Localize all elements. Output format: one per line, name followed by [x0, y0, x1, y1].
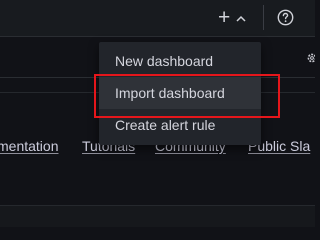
plus-icon: +: [218, 6, 231, 29]
menu-item-create-alert-rule[interactable]: Create alert rule: [99, 109, 261, 141]
documentation-link[interactable]: mentation: [0, 138, 58, 154]
new-button[interactable]: +: [216, 6, 248, 29]
help-circle-icon[interactable]: [277, 9, 294, 26]
new-dropdown-menu: New dashboard Import dashboard Create al…: [99, 42, 261, 145]
top-toolbar: +: [0, 0, 315, 37]
menu-item-new-dashboard[interactable]: New dashboard: [99, 45, 261, 77]
menu-item-import-dashboard[interactable]: Import dashboard: [99, 77, 261, 109]
toolbar-divider: [263, 5, 264, 30]
screenshot-frame: + mentation Tutorials Community Public S…: [0, 0, 315, 227]
gear-icon[interactable]: [306, 52, 315, 64]
bottom-panel: [0, 206, 315, 227]
chevron-up-icon: [236, 15, 246, 22]
